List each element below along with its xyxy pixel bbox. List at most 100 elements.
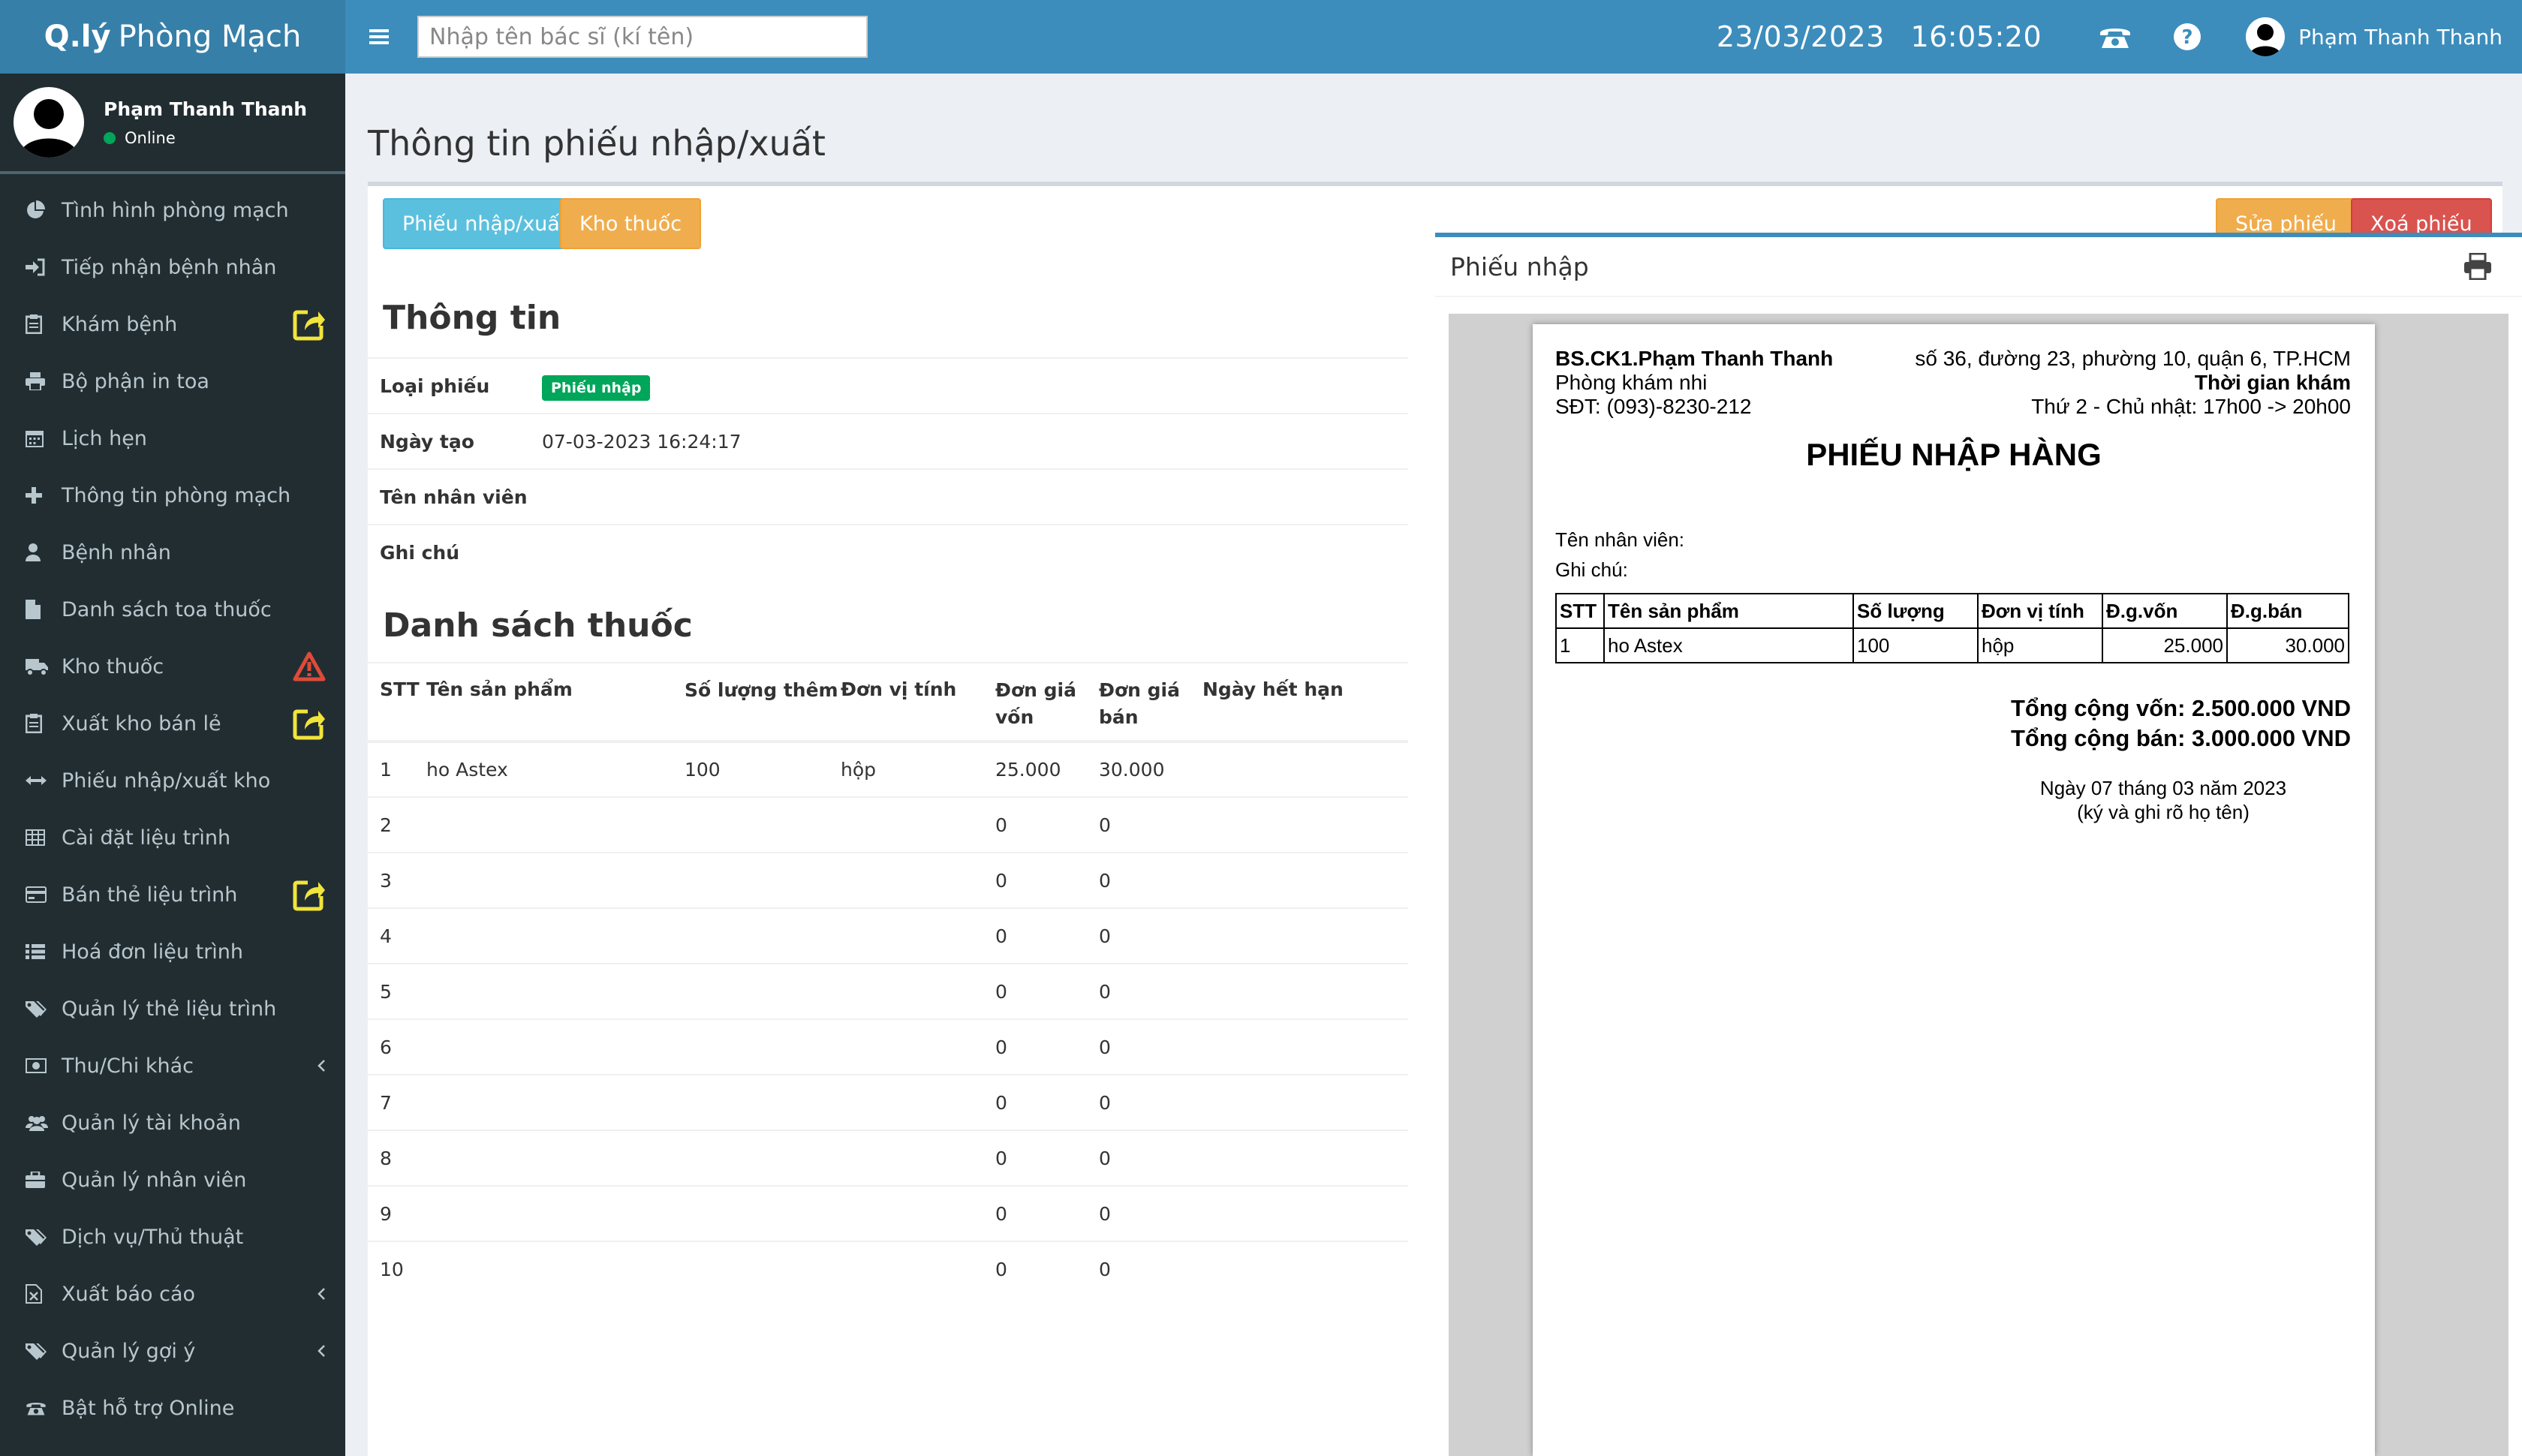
hours-value: Thứ 2 - Chủ nhật: 17h00 -> 20h00	[2031, 395, 2351, 418]
cell-quantity	[685, 1185, 841, 1241]
sidebar-item-card-management[interactable]: Quản lý thẻ liệu trình	[0, 980, 345, 1037]
sidebar-item-online-support[interactable]: Bật hỗ trợ Online	[0, 1379, 345, 1436]
column-header: Ngày hết hạn	[1202, 662, 1408, 743]
total-cost: Tổng cộng vốn: 2.500.000 VND	[2010, 695, 2351, 721]
sidebar-toggle[interactable]	[345, 28, 413, 46]
user-menu[interactable]: Phạm Thanh Thanh	[2223, 17, 2522, 56]
table-row: 10 0 0	[368, 1241, 1408, 1297]
user-avatar-icon	[2250, 24, 2282, 56]
file-excel-icon	[26, 1284, 42, 1304]
column-header: Số lượng thêm	[685, 662, 841, 743]
sidebar-item-medicine-warehouse[interactable]: Kho thuốc	[0, 638, 345, 695]
plus-icon	[26, 487, 42, 504]
users-icon	[26, 1116, 48, 1131]
avatar	[2246, 17, 2286, 56]
sidebar-item-label: Xuất kho bán lẻ	[62, 711, 221, 736]
sidebar-item-stock-vouchers[interactable]: Phiếu nhập/xuất kho	[0, 752, 345, 809]
sidebar-item-suggestions[interactable]: Quản lý gợi ý	[0, 1322, 345, 1379]
sidebar-item-services[interactable]: Dịch vụ/Thủ thuật	[0, 1208, 345, 1265]
print-icon	[26, 372, 45, 390]
sidebar-item-accounts[interactable]: Quản lý tài khoản	[0, 1094, 345, 1151]
help-button[interactable]: ?	[2151, 0, 2223, 74]
header-user-name: Phạm Thanh Thanh	[2298, 24, 2502, 50]
column-header: Đơn giá bán	[1099, 662, 1202, 743]
brand-bold: Q.lý	[44, 20, 111, 54]
table-row: 8 0 0	[368, 1130, 1408, 1186]
sidebar-item-patients[interactable]: Bệnh nhân	[0, 524, 345, 581]
warehouse-button[interactable]: Kho thuốc	[560, 198, 702, 249]
table-row: 5 0 0	[368, 963, 1408, 1019]
sidebar-item-clinic-info[interactable]: Thông tin phòng mạch	[0, 467, 345, 524]
sidebar-item-reports[interactable]: Xuất báo cáo	[0, 1265, 345, 1322]
sidebar-item-other-income-expense[interactable]: Thu/Chi khác	[0, 1037, 345, 1094]
page-title: Thông tin phiếu nhập/xuất	[368, 123, 826, 164]
sidebar-item-label: Quản lý gợi ý	[62, 1339, 196, 1363]
sidebar-item-reception[interactable]: Tiếp nhận bệnh nhân	[0, 239, 345, 296]
cell-price: 30.000	[2226, 627, 2349, 663]
tab-receipt-button[interactable]: Phiếu nhập/xuất	[383, 198, 588, 249]
svg-text:?: ?	[2182, 26, 2193, 49]
cell-price: 0	[1099, 907, 1202, 964]
sidebar-item-label: Quản lý thẻ liệu trình	[62, 997, 277, 1021]
sidebar-user-name: Phạm Thanh Thanh	[104, 98, 308, 120]
cell-product	[426, 907, 685, 964]
cell-product	[426, 796, 685, 853]
print-preview[interactable]: BS.CK1.Phạm Thanh Thanh Phòng khám nhi S…	[1449, 314, 2508, 1456]
external-link-icon[interactable]	[293, 878, 326, 911]
receipt-note: Ghi chú:	[1555, 558, 1628, 581]
sidebar-menu: Tình hình phòng mạch Tiếp nhận bệnh nhân…	[0, 174, 345, 1436]
sidebar-item-print[interactable]: Bộ phận in toa	[0, 353, 345, 410]
phone-button[interactable]	[2079, 0, 2151, 74]
column-header: Đ.g.vốn	[2102, 593, 2228, 629]
sidebar-item-label: Lịch hẹn	[62, 426, 147, 450]
top-navbar: 23/03/2023 16:05:20 ? Phạm Thanh	[345, 0, 2522, 74]
cell-expiry	[1202, 1130, 1408, 1186]
cell-price: 0	[1099, 1241, 1202, 1297]
clinic-address: số 36, đường 23, phường 10, quận 6, TP.H…	[1915, 347, 2351, 370]
sidebar-item-label: Bật hỗ trợ Online	[62, 1396, 235, 1420]
print-button[interactable]	[2463, 253, 2507, 280]
cell-price: 0	[1099, 1130, 1202, 1186]
user-status-text: Online	[125, 128, 176, 147]
menu-icon	[369, 29, 389, 44]
cell-expiry	[1202, 1185, 1408, 1241]
sidebar-item-treatment-settings[interactable]: Cài đặt liệu trình	[0, 809, 345, 866]
column-header: Tên sản phẩm	[1603, 593, 1854, 629]
cell-price: 0	[1099, 796, 1202, 853]
receipt-paper: BS.CK1.Phạm Thanh Thanh Phòng khám nhi S…	[1533, 324, 2375, 1456]
cell-unit: hộp	[1977, 627, 2103, 663]
sidebar-item-dashboard[interactable]: Tình hình phòng mạch	[0, 182, 345, 239]
cell-expiry	[1202, 1018, 1408, 1075]
external-link-icon[interactable]	[293, 707, 326, 740]
cell-cost: 25.000	[995, 741, 1099, 797]
table-row: 2 0 0	[368, 796, 1408, 853]
sidebar-item-treatment-cards[interactable]: Bán thẻ liệu trình	[0, 866, 345, 923]
cell-expiry	[1202, 741, 1408, 797]
sidebar-item-treatment-invoices[interactable]: Hoá đơn liệu trình	[0, 923, 345, 980]
cell-price: 0	[1099, 1074, 1202, 1130]
cell-product: ho Astex	[1603, 627, 1854, 663]
clinic-phone: SĐT: (093)-8230-212	[1555, 395, 1752, 418]
cell-stt: 5	[368, 963, 426, 1019]
sidebar-item-examination[interactable]: Khám bệnh	[0, 296, 345, 353]
voucher-type-label: Loại phiếu	[380, 375, 490, 397]
sidebar-item-prescriptions[interactable]: Danh sách toa thuốc	[0, 581, 345, 638]
brand-logo[interactable]: Q.lý Phòng Mạch	[0, 0, 345, 74]
table-row: 6 0 0	[368, 1018, 1408, 1075]
cell-cost: 0	[995, 1018, 1099, 1075]
sidebar-item-staff[interactable]: Quản lý nhân viên	[0, 1151, 345, 1208]
arrows-h-icon	[26, 776, 47, 785]
online-dot-icon	[104, 131, 116, 144]
sidebar-item-retail-export[interactable]: Xuất kho bán lẻ	[0, 695, 345, 752]
sidebar-item-label: Quản lý nhân viên	[62, 1168, 247, 1192]
external-link-icon[interactable]	[293, 308, 326, 341]
staff-name-label: Tên nhân viên	[380, 486, 528, 508]
cell-expiry	[1202, 1074, 1408, 1130]
pie-chart-icon	[27, 200, 45, 218]
cell-product	[426, 1241, 685, 1297]
warning-icon[interactable]	[293, 651, 326, 681]
doctor-search-input[interactable]	[417, 16, 868, 58]
cell-unit	[841, 1130, 995, 1186]
preview-panel-title: Phiếu nhập	[1450, 251, 1589, 281]
sidebar-item-appointments[interactable]: Lịch hẹn	[0, 410, 345, 467]
